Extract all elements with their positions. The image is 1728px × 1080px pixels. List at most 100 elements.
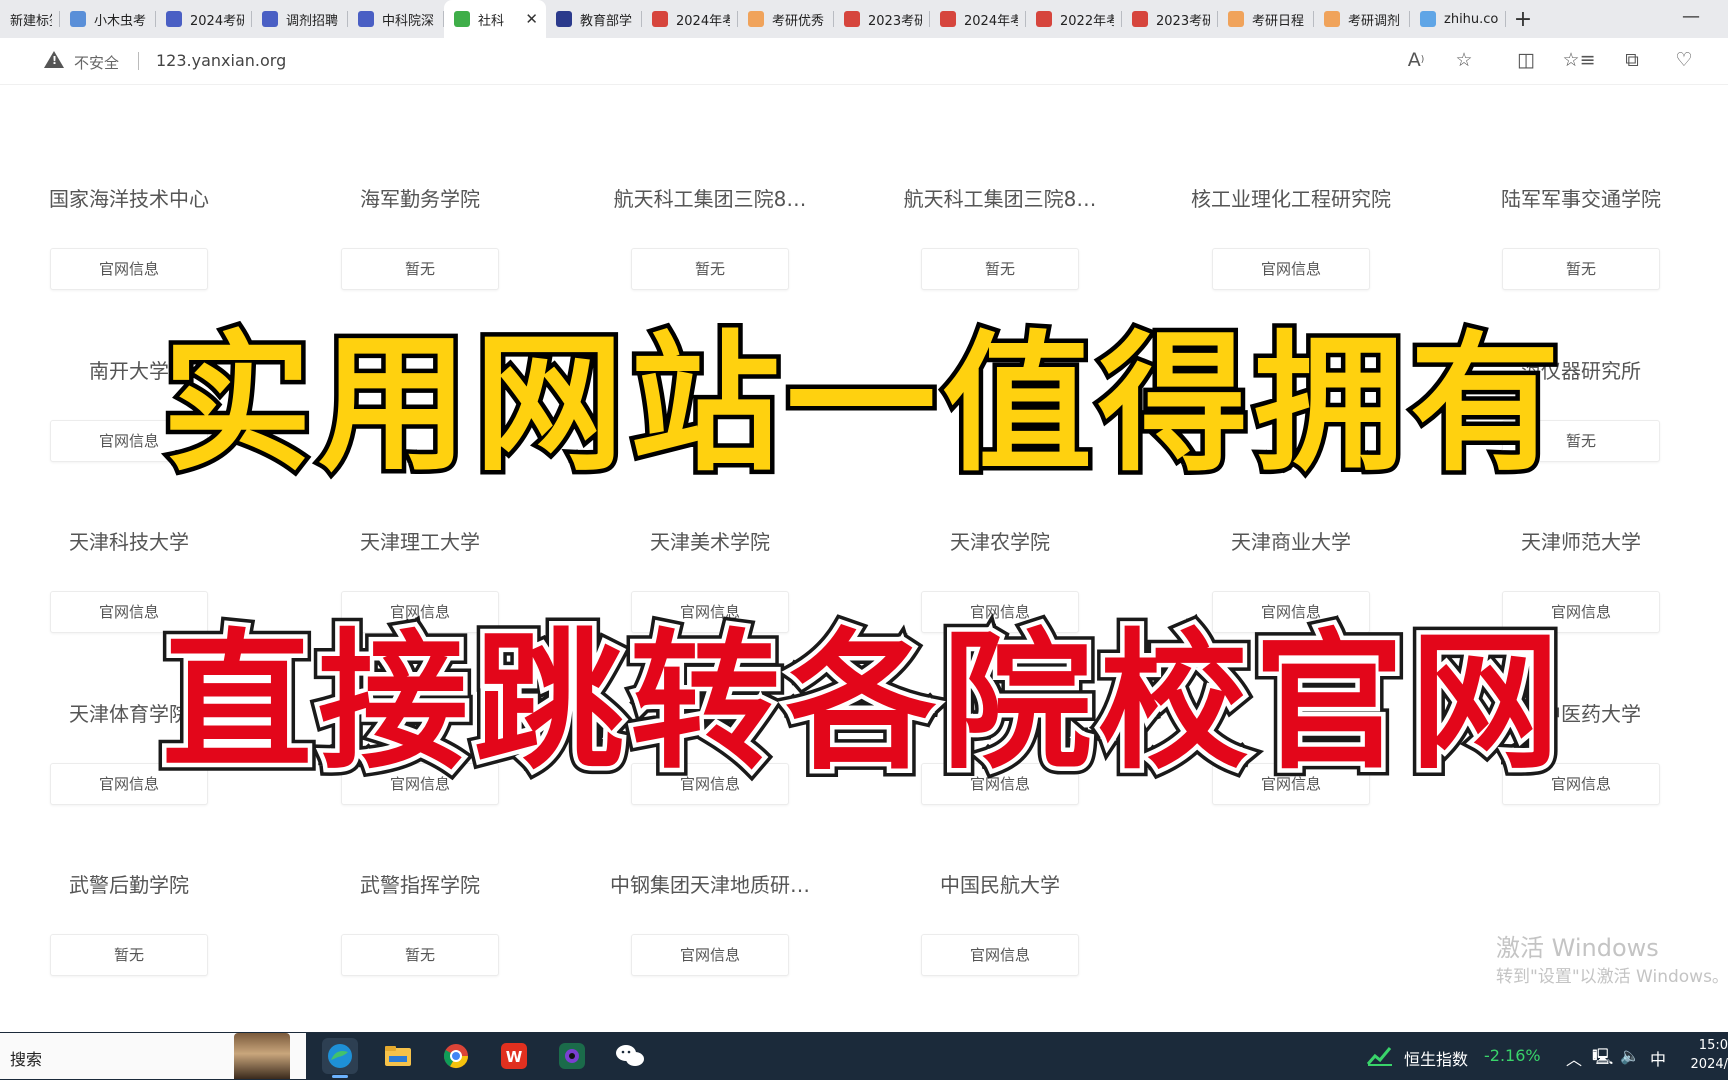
tab-6[interactable]: 教育部学 [546, 0, 642, 38]
tab-label: 2022年考 [1060, 13, 1114, 29]
stock-change[interactable]: -2.16% [1484, 1046, 1541, 1065]
tab-8[interactable]: 考研优秀 [738, 0, 834, 38]
svg-text:W: W [506, 1048, 523, 1066]
wps-icon[interactable]: W [496, 1038, 532, 1074]
address-bar: ! 不安全 123.yanxian.org A) ☆ ◫ ☆≡ ⧉ ♡ [0, 38, 1728, 85]
school-name[interactable]: 天津科技大学 [0, 527, 274, 557]
chevron-up-icon[interactable]: ︿ [1566, 1046, 1582, 1070]
school-name[interactable]: 陆军军事交通学院 [1436, 184, 1726, 214]
tab-label: zhihu.co [1444, 11, 1498, 27]
orange-face-icon [1324, 11, 1340, 27]
zhihu-icon [1420, 11, 1436, 27]
school-name[interactable]: 天津师范大学 [1436, 527, 1726, 557]
edge-icon[interactable] [322, 1038, 358, 1078]
tab-15[interactable]: zhihu.co [1410, 0, 1506, 38]
red-logo-icon [1036, 11, 1052, 27]
school-card: 核工业理化工程研究院官网信息 [1146, 184, 1436, 290]
stock-chart-icon[interactable] [1362, 1038, 1398, 1074]
school-name[interactable]: 国家海洋技术中心 [0, 184, 274, 214]
network-icon[interactable]: 🖳 [1592, 1046, 1613, 1073]
tab-10[interactable]: 2024年考 [930, 0, 1026, 38]
school-name[interactable]: 海军勤务学院 [275, 184, 565, 214]
favorites-list-icon[interactable]: ☆≡ [1563, 48, 1596, 72]
official-site-button[interactable]: 官网信息 [631, 934, 789, 976]
no-site-button[interactable]: 暂无 [921, 248, 1079, 290]
school-name[interactable]: 天津商业大学 [1146, 527, 1436, 557]
no-site-button[interactable]: 暂无 [1502, 248, 1660, 290]
school-name[interactable]: 武警指挥学院 [275, 870, 565, 900]
close-tab-icon[interactable]: ✕ [525, 10, 538, 28]
tab-7[interactable]: 2024年考 [642, 0, 738, 38]
tab-14[interactable]: 考研调剂 [1314, 0, 1410, 38]
school-grid: 国家海洋技术中心 官网信息 海军勤务学院 暂无 航天科工集团三院8… 暂无 航天科工集团三院… [0, 84, 1728, 1004]
no-site-button[interactable]: 暂无 [341, 248, 499, 290]
tab-label: 中科院深 [382, 13, 435, 29]
school-name[interactable]: 天津农学院 [855, 527, 1145, 557]
volume-icon[interactable]: 🔈 [1620, 1046, 1640, 1065]
tab-0[interactable]: 新建标签 [0, 0, 60, 38]
security-label[interactable]: 不安全 [74, 52, 119, 73]
tab-4[interactable]: 中科院深 [348, 0, 444, 38]
tab-label: 2023考研 [1156, 13, 1210, 29]
search-label: 搜索 [10, 1050, 43, 1069]
tab-label: 2024年考 [676, 13, 730, 29]
url-field[interactable]: 123.yanxian.org [156, 51, 286, 70]
red-logo-icon [1132, 11, 1148, 27]
collections-icon[interactable]: ⧉ [1620, 48, 1644, 72]
split-screen-icon[interactable]: ◫ [1514, 48, 1538, 72]
school-name[interactable]: 核工业理化工程研究院 [1146, 184, 1436, 214]
taskbar-search[interactable]: 搜索 [0, 1033, 306, 1079]
school-name[interactable]: 中钢集团天津地质研… [565, 870, 855, 900]
school-card: 中国民航大学官网信息 [855, 870, 1145, 976]
search-icon [70, 11, 86, 27]
tab-label: 新建标签 [10, 13, 52, 29]
stock-name[interactable]: 恒生指数 [1404, 1046, 1468, 1070]
clock[interactable]: 15:0 2024/ [1691, 1036, 1728, 1074]
tab-12[interactable]: 2023考研 [1122, 0, 1218, 38]
ime-indicator[interactable]: 中 [1650, 1046, 1666, 1070]
grid-icon [262, 11, 278, 27]
read-aloud-icon[interactable]: A) [1404, 48, 1428, 72]
school-name[interactable]: 武警后勤学院 [0, 870, 274, 900]
chrome-icon[interactable] [438, 1038, 474, 1074]
tab-label: 2024年考 [964, 13, 1018, 29]
wechat-icon[interactable] [612, 1038, 648, 1074]
tab-9[interactable]: 2023考研 [834, 0, 930, 38]
tab-1[interactable]: 小木虫考 [60, 0, 156, 38]
official-site-button[interactable]: 官网信息 [1212, 248, 1370, 290]
no-site-button[interactable]: 暂无 [341, 934, 499, 976]
orange-face-icon [748, 11, 764, 27]
screen-recorder-icon[interactable] [554, 1038, 590, 1074]
school-card: 陆军军事交通学院暂无 [1436, 184, 1726, 290]
tab-5[interactable]: 社科 ✕ [444, 0, 546, 38]
official-site-button[interactable]: 官网信息 [50, 248, 208, 290]
headline-banner: 实用网站一值得拥有 [157, 316, 1566, 495]
file-explorer-icon[interactable] [380, 1038, 416, 1074]
no-site-button[interactable]: 暂无 [631, 248, 789, 290]
school-name[interactable]: 航天科工集团三院8… [565, 184, 855, 214]
tab-11[interactable]: 2022年考 [1026, 0, 1122, 38]
school-name[interactable]: 天津理工大学 [275, 527, 565, 557]
favorite-star-icon[interactable]: ☆ [1452, 48, 1476, 72]
tab-2[interactable]: 2024考研 [156, 0, 252, 38]
browser-essentials-icon[interactable]: ♡ [1672, 48, 1696, 72]
tab-3[interactable]: 调剂招聘 [252, 0, 348, 38]
tab-label: 社科 [478, 13, 505, 29]
warning-icon[interactable]: ! [44, 51, 64, 68]
school-card: 国家海洋技术中心官网信息 [0, 184, 274, 290]
taskbar: 搜索 W 恒生指数 -2.16% ︿ 🖳 🔈 中 15:0 2024/ [0, 1032, 1728, 1080]
new-tab-plus-icon[interactable]: + [1506, 0, 1540, 38]
tab-label: 考研日程 [1252, 13, 1305, 29]
official-site-button[interactable]: 官网信息 [921, 934, 1079, 976]
red-logo-icon [844, 11, 860, 27]
red-logo-icon [940, 11, 956, 27]
tab-13[interactable]: 考研日程 [1218, 0, 1314, 38]
no-site-button[interactable]: 暂无 [50, 934, 208, 976]
minimize-window-icon[interactable]: — [1682, 6, 1700, 27]
school-name[interactable]: 天津美术学院 [565, 527, 855, 557]
school-name[interactable]: 中国民航大学 [855, 870, 1145, 900]
divider [138, 52, 139, 70]
school-name[interactable]: 航天科工集团三院8… [855, 184, 1145, 214]
tab-label: 考研调剂 [1348, 13, 1401, 29]
activation-watermark-title: 激活 Windows [1496, 934, 1659, 962]
